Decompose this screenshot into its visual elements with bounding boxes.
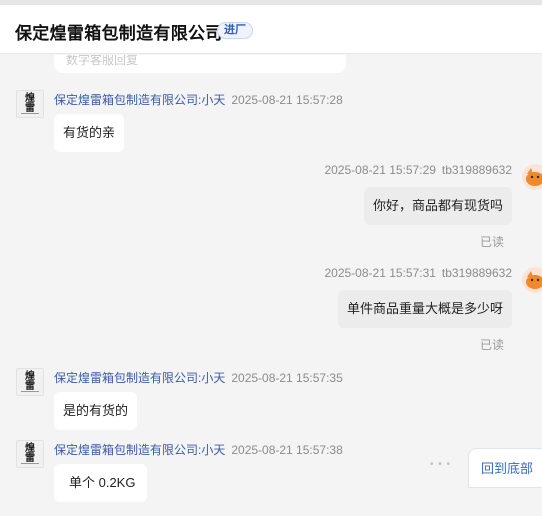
message-bubble[interactable]: 是的有货的 [54, 392, 138, 430]
seller-avatar[interactable]: 煌 雷 [16, 440, 44, 468]
message-bubble[interactable]: 有货的亲 [54, 114, 125, 152]
back-to-bottom-label: 回到底部 [481, 461, 534, 476]
previous-message-bubble: 数字客服回复 [54, 55, 346, 73]
message-time: 2025-08-21 15:57:29 [324, 163, 436, 177]
chat-header: 保定煌雷箱包制造有限公司 进厂 [0, 5, 542, 54]
back-to-bottom-button[interactable]: 回到底部 [468, 448, 542, 488]
message-sender[interactable]: 保定煌雷箱包制造有限公司:小天 [54, 443, 225, 457]
seller-avatar[interactable]: 煌 雷 [16, 90, 44, 118]
buyer-avatar[interactable] [522, 164, 542, 190]
message-time: 2025-08-21 15:57:28 [231, 93, 343, 107]
more-indicator: • • • [430, 459, 452, 470]
cartoon-avatar-icon [522, 267, 542, 293]
previous-message-text: 数字客服回复 [66, 55, 139, 67]
avatar-logo-line [21, 391, 39, 392]
message-bubble[interactable]: 你好，商品都有现货吗 [363, 187, 512, 225]
message-sender[interactable]: 保定煌雷箱包制造有限公司:小天 [54, 93, 225, 107]
message-sender[interactable]: tb319889632 [442, 163, 512, 177]
message-sender[interactable]: tb319889632 [442, 266, 512, 280]
message-bubble[interactable]: 单个 0.2KG [54, 464, 148, 502]
read-status: 已读 [479, 338, 504, 352]
message-bubble[interactable]: 单件商品重量大概是多少呀 [337, 290, 512, 328]
shop-name[interactable]: 保定煌雷箱包制造有限公司 [15, 19, 223, 44]
message-meta: 保定煌雷箱包制造有限公司:小天 2025-08-21 15:57:35 [54, 369, 343, 386]
message-meta: 2025-08-21 15:57:29 tb319889632 [324, 163, 512, 177]
shop-badge[interactable]: 进厂 [217, 22, 253, 39]
message-meta: 2025-08-21 15:57:31 tb319889632 [324, 266, 512, 280]
cartoon-avatar-icon [522, 164, 542, 190]
message-sender[interactable]: 保定煌雷箱包制造有限公司:小天 [54, 371, 225, 385]
message-time: 2025-08-21 15:57:31 [324, 266, 436, 280]
message-time: 2025-08-21 15:57:38 [231, 443, 343, 457]
message-meta: 保定煌雷箱包制造有限公司:小天 2025-08-21 15:57:38 [54, 441, 343, 458]
chat-message-list[interactable]: 数字客服回复 煌 雷 保定煌雷箱包制造有限公司:小天 2025-08-21 15:… [0, 55, 542, 516]
message-time: 2025-08-21 15:57:35 [231, 371, 343, 385]
message-meta: 保定煌雷箱包制造有限公司:小天 2025-08-21 15:57:28 [54, 91, 343, 108]
read-status: 已读 [479, 235, 504, 249]
buyer-avatar[interactable] [522, 267, 542, 293]
avatar-logo-line [21, 113, 39, 114]
seller-avatar[interactable]: 煌 雷 [16, 368, 44, 396]
avatar-logo-line [21, 463, 39, 464]
